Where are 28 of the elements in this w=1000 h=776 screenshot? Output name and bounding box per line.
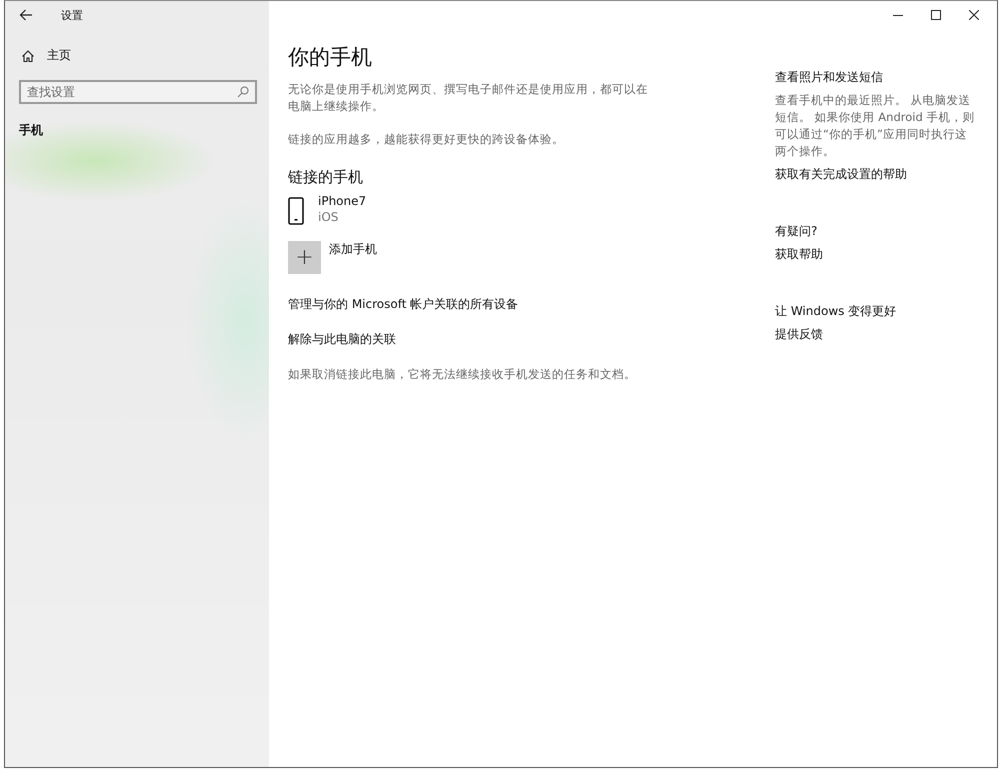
add-phone-label[interactable]: 添加手机 — [329, 241, 377, 258]
phone-icon — [288, 197, 304, 225]
aside-heading: 有疑问? — [775, 223, 818, 240]
description-text: 无论你是使用手机浏览网页、撰写电子邮件还是使用应用，都可以在电脑上继续操作。 — [288, 81, 649, 115]
sidebar-item[interactable]: 手机 — [19, 122, 43, 139]
search-icon — [237, 86, 249, 98]
link[interactable]: 解除与此电脑的关联 — [288, 331, 396, 348]
note-text: 如果取消链接此电脑，它将无法继续接收手机发送的任务和文档。 — [288, 366, 636, 383]
link[interactable]: 管理与你的 Microsoft 帐户关联的所有设备 — [288, 296, 518, 313]
add-phone-button[interactable]: + — [288, 241, 321, 274]
page-title: 你的手机 — [288, 44, 372, 71]
help-link[interactable]: 获取有关完成设置的帮助 — [775, 166, 907, 183]
close-icon[interactable] — [969, 10, 979, 20]
section-heading: 链接的手机 — [288, 168, 363, 187]
help-link[interactable]: 获取帮助 — [775, 246, 823, 263]
window-title: 设置 — [61, 8, 83, 22]
aside-heading: 查看照片和发送短信 — [775, 69, 883, 86]
device-os: iOS — [318, 209, 340, 225]
help-link[interactable]: 提供反馈 — [775, 326, 823, 343]
search-field[interactable]: 查找设置 — [19, 80, 257, 104]
aside-text: 查看手机中的最近照片。 从电脑发送短信。 如果你使用 Android 手机，则可以通过“你的手机”应用同时执行这两个操作。 — [775, 92, 975, 160]
maximize-icon[interactable] — [931, 10, 941, 20]
description-text: 链接的应用越多，越能获得更好更快的跨设备体验。 — [288, 131, 564, 148]
home-icon — [21, 48, 35, 62]
home-link[interactable]: 主页 — [21, 47, 71, 64]
aside-heading: 让 Windows 变得更好 — [775, 303, 896, 320]
back-arrow-icon[interactable] — [19, 9, 33, 21]
device-name: iPhone7 — [318, 193, 366, 209]
